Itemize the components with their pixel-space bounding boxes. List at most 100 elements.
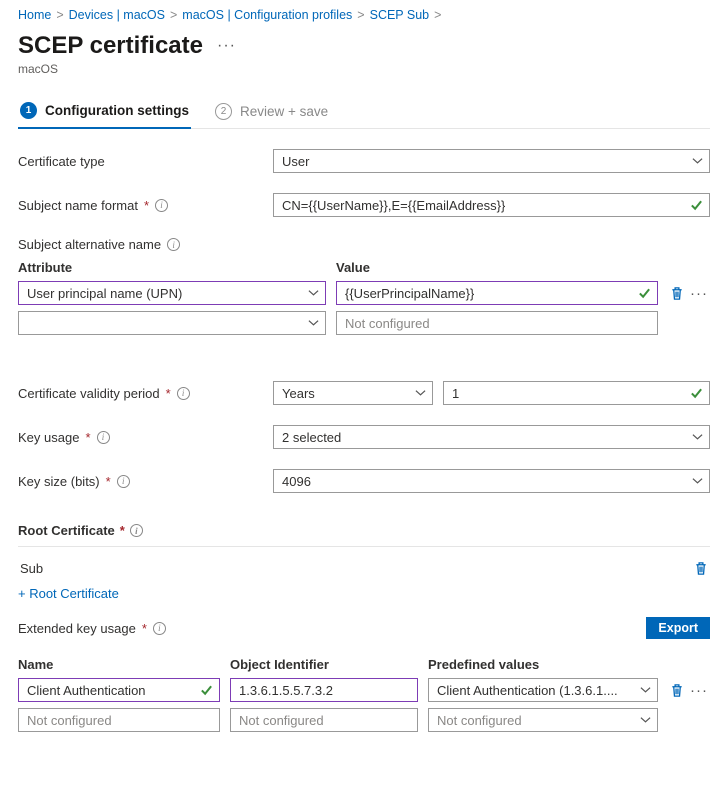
tab-label: Configuration settings	[45, 103, 189, 118]
breadcrumb-home[interactable]: Home	[18, 8, 51, 22]
required-marker: *	[166, 386, 171, 401]
eku-label: Extended key usage	[18, 621, 136, 636]
san-col-attribute: Attribute	[18, 260, 336, 275]
add-root-certificate-link[interactable]: + Root Certificate	[18, 586, 710, 601]
select-value: 2 selected	[282, 430, 341, 445]
root-item-name: Sub	[20, 561, 43, 576]
eku-name-field[interactable]: Client Authentication	[18, 678, 220, 702]
input-value: CN={{UserName}},E={{EmailAddress}}	[282, 198, 505, 213]
page-title: SCEP certificate	[18, 32, 203, 60]
san-attribute-select[interactable]: User principal name (UPN)	[18, 281, 326, 305]
chevron-right-icon: >	[56, 8, 63, 22]
san-row-empty: Not configured	[18, 311, 710, 335]
chevron-down-icon	[415, 388, 426, 399]
chevron-right-icon: >	[170, 8, 177, 22]
eku-table: Name Object Identifier Predefined values…	[18, 657, 710, 732]
row-more-icon[interactable]: ···	[690, 683, 708, 698]
eku-row: Client Authentication 1.3.6.1.5.5.7.3.2 …	[18, 678, 710, 702]
chevron-down-icon	[308, 318, 319, 329]
page-subtitle: macOS	[18, 62, 710, 76]
eku-row-empty: Not configured Not configured Not config…	[18, 708, 710, 732]
san-value-input-empty[interactable]: Not configured	[336, 311, 658, 335]
tab-configuration-settings[interactable]: 1 Configuration settings	[18, 102, 191, 129]
select-value: 4096	[282, 474, 311, 489]
certificate-type-label: Certificate type	[18, 154, 105, 169]
key-usage-select[interactable]: 2 selected	[273, 425, 710, 449]
chevron-right-icon: >	[357, 8, 364, 22]
san-attribute-select-empty[interactable]	[18, 311, 326, 335]
info-icon[interactable]: i	[117, 475, 130, 488]
delete-root-button[interactable]	[694, 561, 708, 576]
validity-period-label: Certificate validity period	[18, 386, 160, 401]
input-value: {{UserPrincipalName}}	[345, 286, 474, 301]
san-row: User principal name (UPN) {{UserPrincipa…	[18, 281, 710, 305]
validity-value-input[interactable]: 1	[443, 381, 710, 405]
eku-oid-field-empty[interactable]: Not configured	[230, 708, 418, 732]
subject-name-format-label: Subject name format	[18, 198, 138, 213]
eku-predefined-select[interactable]: Client Authentication (1.3.6.1....	[428, 678, 658, 702]
check-icon	[200, 684, 213, 697]
breadcrumb-profiles[interactable]: macOS | Configuration profiles	[182, 8, 352, 22]
field-value: 1.3.6.1.5.5.7.3.2	[239, 683, 333, 698]
breadcrumb-devices[interactable]: Devices | macOS	[69, 8, 165, 22]
required-marker: *	[120, 523, 125, 538]
step-number-1: 1	[20, 102, 37, 119]
required-marker: *	[85, 430, 90, 445]
san-label: Subject alternative name	[18, 237, 161, 252]
check-icon	[690, 199, 703, 212]
wizard-tabs: 1 Configuration settings 2 Review + save	[18, 102, 710, 129]
info-icon[interactable]: i	[97, 431, 110, 444]
required-marker: *	[106, 474, 111, 489]
select-value: User principal name (UPN)	[27, 286, 182, 301]
eku-col-predefined: Predefined values	[428, 657, 710, 672]
delete-row-button[interactable]	[670, 286, 684, 301]
eku-oid-field[interactable]: 1.3.6.1.5.5.7.3.2	[230, 678, 418, 702]
info-icon[interactable]: i	[153, 622, 166, 635]
info-icon[interactable]: i	[155, 199, 168, 212]
select-value: User	[282, 154, 309, 169]
info-icon[interactable]: i	[177, 387, 190, 400]
export-button[interactable]: Export	[646, 617, 710, 639]
more-actions-icon[interactable]: ···	[217, 38, 236, 54]
input-placeholder: Not configured	[27, 713, 112, 728]
check-icon	[638, 287, 651, 300]
chevron-down-icon	[640, 715, 651, 726]
eku-col-name: Name	[18, 657, 230, 672]
root-certificate-item: Sub	[18, 557, 710, 586]
breadcrumb-scep-sub[interactable]: SCEP Sub	[370, 8, 430, 22]
field-value: Client Authentication	[27, 683, 146, 698]
subject-name-format-input[interactable]: CN={{UserName}},E={{EmailAddress}}	[273, 193, 710, 217]
select-value: Client Authentication (1.3.6.1....	[437, 683, 618, 698]
chevron-down-icon	[692, 432, 703, 443]
root-certificate-label: Root Certificate	[18, 523, 115, 538]
chevron-down-icon	[640, 685, 651, 696]
eku-name-field-empty[interactable]: Not configured	[18, 708, 220, 732]
tab-review-save[interactable]: 2 Review + save	[213, 102, 330, 128]
required-marker: *	[144, 198, 149, 213]
delete-row-button[interactable]	[670, 683, 684, 698]
input-value: 1	[452, 386, 459, 401]
step-number-2: 2	[215, 103, 232, 120]
select-value: Years	[282, 386, 315, 401]
root-certificate-section: Root Certificate * i Sub + Root Certific…	[18, 523, 710, 601]
san-col-value: Value	[336, 260, 710, 275]
required-marker: *	[142, 621, 147, 636]
eku-col-oid: Object Identifier	[230, 657, 428, 672]
chevron-down-icon	[692, 476, 703, 487]
chevron-down-icon	[308, 288, 319, 299]
info-icon[interactable]: i	[130, 524, 143, 537]
info-icon[interactable]: i	[167, 238, 180, 251]
row-more-icon[interactable]: ···	[690, 286, 708, 301]
eku-predefined-select-empty[interactable]: Not configured	[428, 708, 658, 732]
chevron-down-icon	[692, 156, 703, 167]
select-placeholder: Not configured	[437, 713, 522, 728]
key-size-label: Key size (bits)	[18, 474, 100, 489]
san-table: Attribute Value User principal name (UPN…	[18, 260, 710, 335]
input-placeholder: Not configured	[239, 713, 324, 728]
chevron-right-icon: >	[434, 8, 441, 22]
certificate-type-select[interactable]: User	[273, 149, 710, 173]
san-value-input[interactable]: {{UserPrincipalName}}	[336, 281, 658, 305]
validity-unit-select[interactable]: Years	[273, 381, 433, 405]
key-size-select[interactable]: 4096	[273, 469, 710, 493]
key-usage-label: Key usage	[18, 430, 79, 445]
